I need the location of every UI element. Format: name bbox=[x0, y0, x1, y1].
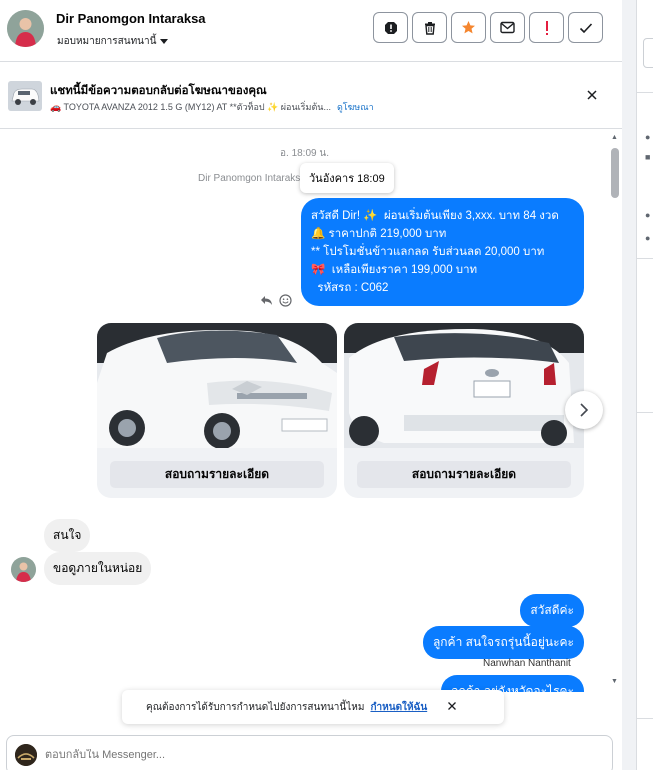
contact-avatar-small bbox=[11, 557, 36, 582]
ask-details-button[interactable]: สอบถามรายละเอียด bbox=[357, 461, 571, 488]
incoming-message[interactable]: ขอดูภายในหน่อย bbox=[44, 552, 152, 585]
time-separator: อ. 18:09 น. bbox=[280, 148, 329, 159]
ad-context-subtitle: 🚗 TOYOTA AVANZA 2012 1.5 G (MY12) AT **ต… bbox=[50, 100, 374, 114]
page-avatar bbox=[15, 744, 37, 766]
conversation-header: Dir Panomgon Intaraksa มอบหมายการสนทนานี… bbox=[0, 0, 622, 62]
report-button[interactable] bbox=[373, 12, 408, 43]
reply-input[interactable] bbox=[45, 749, 545, 761]
sender-label: Dir Panomgon Intaraksa bbox=[198, 173, 306, 184]
check-icon bbox=[579, 22, 592, 33]
clock-icon: ● bbox=[645, 132, 651, 142]
assign-to-me-link[interactable]: กำหนดให้ฉัน bbox=[370, 700, 427, 715]
message-thread[interactable]: อ. 18:09 น. Dir Panomgon Intaraksa วันอั… bbox=[0, 130, 622, 692]
car-photo-front bbox=[97, 323, 337, 448]
report-icon bbox=[384, 21, 397, 34]
close-prompt-button[interactable] bbox=[447, 701, 457, 714]
react-emoji-icon[interactable] bbox=[279, 294, 292, 307]
delete-button[interactable] bbox=[412, 12, 447, 43]
incoming-message[interactable]: สนใจ bbox=[44, 519, 91, 552]
outgoing-message[interactable]: ลูกค้า สนใจรถรุ่นนี้อยู่นะคะ bbox=[422, 626, 584, 659]
message-tools bbox=[260, 294, 292, 307]
header-actions bbox=[373, 12, 603, 43]
carousel-card[interactable]: สอบถามรายละเอียด bbox=[97, 323, 337, 498]
car-photo-rear bbox=[344, 323, 584, 448]
contact-avatar[interactable] bbox=[7, 10, 44, 47]
contact-name[interactable]: Dir Panomgon Intaraksa bbox=[56, 11, 206, 26]
ad-thumbnail bbox=[8, 81, 42, 111]
carousel-card[interactable]: สอบถามรายละเอียด bbox=[344, 323, 584, 498]
ad-text: 🚗 TOYOTA AVANZA 2012 1.5 G (MY12) AT **ต… bbox=[50, 102, 331, 112]
panel-divider bbox=[636, 258, 653, 259]
assignment-prompt-text: คุณต้องการได้รับการกำหนดไปยังการสนทนานี้… bbox=[146, 701, 365, 713]
scrollbar-thumb[interactable] bbox=[611, 148, 619, 198]
caret-down-icon bbox=[160, 39, 169, 44]
chevron-right-icon bbox=[580, 403, 589, 417]
close-ad-context-button[interactable] bbox=[586, 88, 598, 106]
message-line: ** โปรโมชั่นข้าวแลกลด รับส่วนลด 20,000 บ… bbox=[311, 246, 545, 258]
reply-icon[interactable] bbox=[260, 294, 273, 306]
mail-icon bbox=[500, 21, 515, 34]
carousel-next-button[interactable] bbox=[565, 391, 603, 429]
right-panel-field[interactable] bbox=[643, 38, 653, 68]
message-line: 🎀 เหลือเพียงราคา 199,000 บาท bbox=[311, 264, 478, 276]
message-line: รหัสรถ : C062 bbox=[311, 282, 389, 294]
close-icon bbox=[448, 701, 457, 710]
assign-conversation-dropdown[interactable]: มอบหมายการสนทนานี้ bbox=[57, 34, 169, 49]
star-button[interactable] bbox=[451, 12, 486, 43]
scroll-down-arrow[interactable]: ▼ bbox=[611, 678, 618, 685]
right-panel-content bbox=[636, 0, 653, 770]
exclamation-icon bbox=[545, 20, 548, 35]
message-line: 🔔 ราคาปกติ 219,000 บาท bbox=[311, 228, 447, 240]
reply-composer bbox=[6, 735, 613, 770]
right-panel: ● ■ ● ● bbox=[622, 0, 653, 770]
agent-name: Nanwhan Nanthanit bbox=[483, 658, 571, 669]
panel-divider bbox=[636, 92, 653, 93]
follow-up-button[interactable] bbox=[529, 12, 564, 43]
mark-done-button[interactable] bbox=[568, 12, 603, 43]
ask-details-button[interactable]: สอบถามรายละเอียด bbox=[110, 461, 324, 488]
timestamp-tooltip: วันอังคาร 18:09 bbox=[300, 163, 394, 193]
ad-context-title: แชทนี้มีข้อความตอบกลับต่อโฆษณาของคุณ bbox=[50, 85, 267, 97]
outgoing-message[interactable]: สวัสดีค่ะ bbox=[520, 594, 584, 627]
close-icon bbox=[587, 90, 597, 100]
panel-divider bbox=[636, 718, 653, 719]
view-ad-link[interactable]: ดูโฆษณา bbox=[337, 100, 374, 114]
scroll-up-arrow[interactable]: ▲ bbox=[611, 134, 618, 141]
location-icon: ● bbox=[645, 210, 651, 220]
assign-label: มอบหมายการสนทนานี้ bbox=[57, 36, 157, 47]
move-to-inbox-button[interactable] bbox=[490, 12, 525, 43]
location-icon: ● bbox=[645, 233, 651, 243]
trash-icon bbox=[424, 21, 435, 35]
ad-context-bar: แชทนี้มีข้อความตอบกลับต่อโฆษณาของคุณ 🚗 T… bbox=[0, 63, 622, 129]
message-line: สวัสดี Dir! ✨ ผ่อนเริ่มต้นเพียง 3,xxx. บ… bbox=[311, 210, 559, 222]
star-icon bbox=[462, 21, 475, 34]
briefcase-icon: ■ bbox=[645, 152, 651, 162]
panel-divider bbox=[636, 412, 653, 413]
assignment-prompt: คุณต้องการได้รับการกำหนดไปยังการสนทนานี้… bbox=[122, 690, 504, 724]
ad-reply-message[interactable]: สวัสดี Dir! ✨ ผ่อนเริ่มต้นเพียง 3,xxx. บ… bbox=[301, 198, 584, 306]
